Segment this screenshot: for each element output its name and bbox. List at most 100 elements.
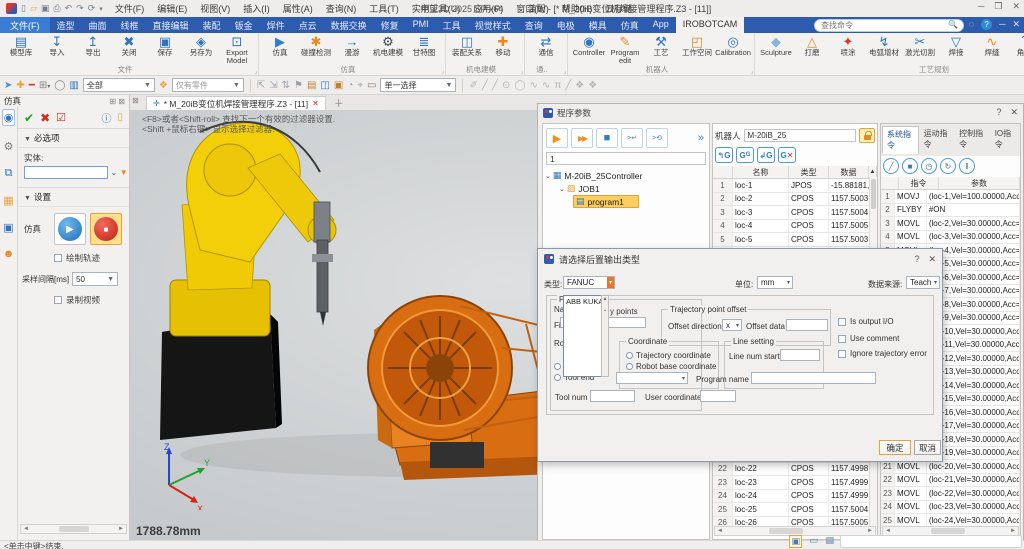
ribbon-button[interactable]: ⌒角焊缝 bbox=[1010, 34, 1024, 66]
extra-combo[interactable]: ▾ bbox=[616, 372, 688, 384]
ribbon-tab[interactable]: 修复 bbox=[374, 17, 406, 33]
ribbon-button[interactable]: ◫ 装配关系 bbox=[449, 34, 485, 66]
dialog-help-icon[interactable]: ? bbox=[914, 254, 919, 265]
pick-box-icon[interactable]: ⊞▾ bbox=[39, 80, 50, 91]
ribbon-tab[interactable]: 查询 bbox=[518, 17, 550, 33]
chart-icon[interactable]: ▥ bbox=[69, 80, 78, 91]
close-doc-icon[interactable]: ✕ bbox=[1012, 19, 1020, 30]
status-input-field[interactable] bbox=[840, 535, 1022, 548]
scroll-right-icon[interactable]: ► bbox=[116, 526, 126, 532]
offset-data-input[interactable] bbox=[786, 319, 828, 331]
insert-location-icon[interactable]: ↲G bbox=[757, 147, 775, 163]
cancel-button[interactable]: 取消 bbox=[914, 440, 941, 455]
ring-icon[interactable]: ◌ bbox=[969, 19, 974, 30]
ribbon-button[interactable]: ▤ 模型库 bbox=[3, 34, 39, 66]
box-tab-icon[interactable]: ▦ bbox=[3, 194, 13, 207]
table-row[interactable]: 5 loc-5 CPOS 1157.5003 bbox=[713, 233, 877, 247]
instruction-tab[interactable]: 运动指令 bbox=[920, 126, 955, 154]
folder-icon[interactable]: ▤ bbox=[307, 80, 316, 91]
table-row[interactable]: 3MOVL(loc-2,Vel=30.00000,Acc=40.0 bbox=[881, 217, 1020, 231]
snap-icon[interactable]: ⇲ bbox=[269, 80, 277, 91]
loop-run-button[interactable]: >↵ bbox=[621, 128, 643, 148]
menu-item[interactable]: 插入(I) bbox=[237, 1, 276, 16]
remove-select-icon[interactable]: ━ bbox=[29, 80, 35, 91]
align-icon[interactable]: ⇅ bbox=[282, 80, 290, 91]
ribbon-button[interactable]: ↯ 电弧增材 bbox=[866, 34, 902, 66]
tree-node-program[interactable]: ▤ program1 bbox=[545, 195, 707, 208]
brand-option[interactable]: ABB bbox=[564, 297, 581, 306]
group-expand-icon[interactable]: ⌟ bbox=[563, 68, 566, 75]
ribbon-tab[interactable]: IROBOTCAM bbox=[675, 17, 745, 33]
tool-num-input[interactable] bbox=[590, 390, 635, 402]
tab-close-icon[interactable]: ✕ bbox=[312, 99, 319, 108]
ribbon-button[interactable]: ↧ 导入 bbox=[39, 34, 75, 66]
ruler-icon[interactable]: ⇱ bbox=[257, 80, 265, 91]
save-icon[interactable]: ▣ bbox=[41, 3, 50, 14]
ribbon-tab[interactable]: 造型 bbox=[50, 17, 82, 33]
ok-icon[interactable]: ✔ bbox=[24, 111, 34, 125]
ribbon-button[interactable]: ⚒ 工艺 bbox=[643, 34, 679, 66]
ribbon-button[interactable]: ✖ 关闭 bbox=[111, 34, 147, 66]
line-num-start-input[interactable] bbox=[780, 349, 820, 361]
monitor-icon[interactable]: ▭ bbox=[367, 80, 376, 91]
info-icon[interactable]: ⓘ bbox=[101, 110, 111, 125]
image-icon[interactable]: ▣ bbox=[334, 80, 343, 91]
menu-item[interactable]: 编辑(E) bbox=[151, 1, 193, 16]
dialog-close-icon[interactable]: ✕ bbox=[928, 254, 936, 265]
table-row[interactable]: 24MOVL(loc-23,Vel=30.00000,Acc=40. bbox=[881, 500, 1020, 514]
ribbon-button[interactable]: ◎ Calibration bbox=[715, 34, 751, 66]
step-run-button[interactable]: >⟲ bbox=[646, 128, 668, 148]
scope-combo[interactable]: 全部 ▼ bbox=[82, 78, 155, 92]
close-icon[interactable]: ✕ bbox=[1012, 1, 1020, 12]
filter-combo[interactable]: 仅有零件 ▼ bbox=[171, 78, 244, 92]
settings-section-header[interactable]: ▼ 设置 bbox=[18, 187, 129, 207]
ribbon-tab[interactable]: 数据交换 bbox=[324, 17, 374, 33]
ribbon-button[interactable]: ▶ 仿真 bbox=[262, 34, 298, 66]
entity-input[interactable] bbox=[24, 166, 108, 179]
type-combo[interactable]: FANUC ▾ bbox=[563, 276, 615, 289]
window-close-icon[interactable]: ✕ bbox=[1010, 107, 1018, 118]
add-select-icon[interactable]: ✚ bbox=[16, 80, 24, 91]
table-row[interactable]: 3 loc-3 CPOS 1157.5004 bbox=[713, 206, 877, 220]
ribbon-button[interactable]: ✚ 移动 bbox=[485, 34, 521, 66]
scroll-right-icon[interactable]: ► bbox=[865, 528, 875, 534]
refresh-icon[interactable]: ⟳ bbox=[88, 3, 96, 14]
instruction-tab[interactable]: IO指令 bbox=[991, 126, 1019, 154]
command-search-input[interactable] bbox=[814, 18, 964, 32]
table-row[interactable]: 1 loc-1 JPOS -15.88181, bbox=[713, 179, 877, 193]
ribbon-button[interactable]: ✱ 碰撞检测 bbox=[298, 34, 334, 66]
file-menu-tab[interactable]: 文件(F) bbox=[0, 17, 50, 33]
menu-item[interactable]: 查询(N) bbox=[320, 1, 363, 16]
help-icon[interactable]: ? bbox=[981, 19, 993, 30]
apply-icon[interactable]: ☑ bbox=[56, 111, 66, 124]
group-expand-icon[interactable]: ⌟ bbox=[520, 68, 523, 75]
flag-icon[interactable]: ⚑ bbox=[294, 80, 303, 91]
ribbon-tab[interactable]: 焊件 bbox=[260, 17, 292, 33]
ribbon-button[interactable]: ▣ 保存 bbox=[147, 34, 183, 66]
select-cursor-icon[interactable]: ➤ bbox=[4, 80, 12, 91]
user-tab-icon[interactable]: ☻ bbox=[3, 248, 15, 260]
view-mode-3-icon[interactable]: ▤ bbox=[825, 535, 834, 546]
qat-dropdown-icon[interactable]: ▾ bbox=[99, 5, 103, 13]
table-row[interactable]: 1MOVJ(loc-1,Vel=100.00000,Acc=50. bbox=[881, 190, 1020, 204]
add-location-icon[interactable]: ↰G bbox=[715, 147, 733, 163]
menu-item[interactable]: 属性(A) bbox=[277, 1, 319, 16]
ribbon-button[interactable]: ≣ 甘特图 bbox=[406, 34, 442, 66]
redo-icon[interactable]: ↷ bbox=[76, 3, 84, 14]
ribbon-tab[interactable]: 视觉样式 bbox=[468, 17, 518, 33]
brand-dropdown-scrollbar[interactable]: ▲ ▪ bbox=[601, 295, 609, 377]
ribbon-button[interactable]: ◈ 另存为 bbox=[183, 34, 219, 66]
scroll-left-icon[interactable]: ◄ bbox=[21, 526, 31, 532]
lock-robot-button[interactable] bbox=[859, 128, 875, 143]
new-tab-button[interactable]: ＋ bbox=[334, 95, 344, 110]
group-expand-icon[interactable]: ⌟ bbox=[254, 68, 257, 75]
tree-node-job[interactable]: ⌄ ▨ JOB1 bbox=[545, 182, 707, 195]
ribbon-button[interactable]: ↥ 导出 bbox=[75, 34, 111, 66]
use-comment-checkbox[interactable]: Use comment bbox=[838, 334, 899, 343]
ribbon-button[interactable]: ◆ Sculpture bbox=[758, 34, 794, 66]
record-video-checkbox[interactable]: 录制视频 bbox=[18, 286, 129, 306]
ribbon-tab[interactable]: PMI bbox=[406, 17, 436, 33]
pause-instruction-icon[interactable]: ‖ bbox=[959, 158, 975, 174]
expand-panel-icon[interactable]: » bbox=[698, 132, 706, 144]
ribbon-button[interactable]: ✦ 喷涂 bbox=[830, 34, 866, 66]
